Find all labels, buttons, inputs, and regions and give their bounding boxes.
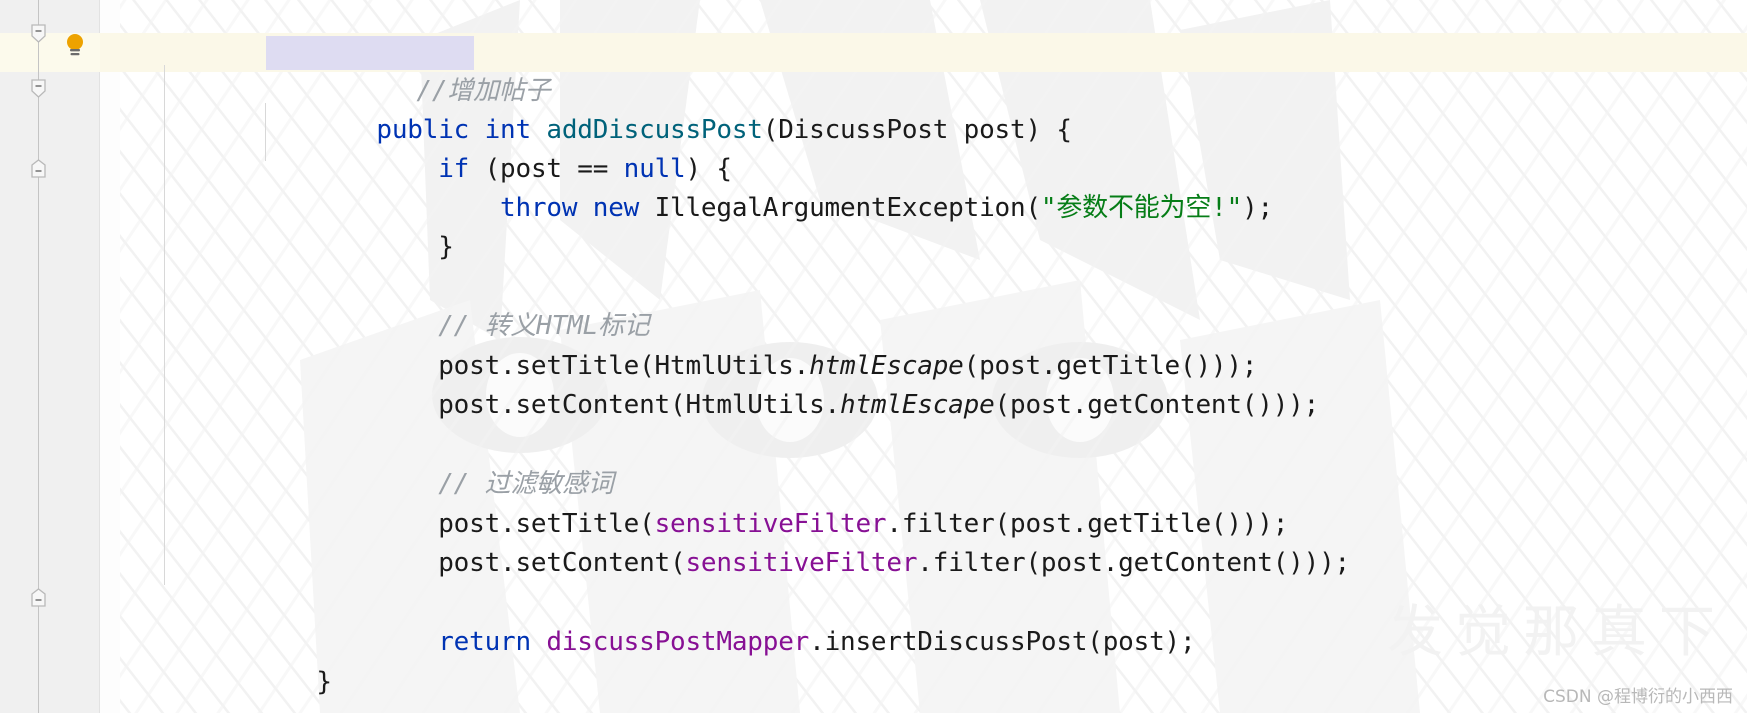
code-token-keyword: throw new bbox=[500, 193, 655, 223]
code-token-keyword: return bbox=[438, 627, 547, 657]
editor-gutter[interactable] bbox=[0, 0, 100, 713]
fold-collapse-marker[interactable] bbox=[31, 79, 46, 98]
code-token-plain: } bbox=[438, 232, 454, 262]
fold-collapse-marker[interactable] bbox=[31, 24, 46, 43]
csdn-watermark: CSDN @程博衍的小西西 bbox=[1543, 687, 1733, 707]
fold-collapse-marker[interactable] bbox=[31, 159, 46, 178]
code-token-string: "参数不能为空!" bbox=[1040, 193, 1243, 223]
background-watermark-text: 发觉那真下 bbox=[1387, 600, 1727, 665]
code-token-plain: IllegalArgumentException( bbox=[654, 193, 1042, 223]
code-token-static-method[interactable]: htmlEscape bbox=[840, 390, 995, 420]
code-token-plain: (DiscussPost post) { bbox=[762, 115, 1072, 145]
code-token-plain: .insertDiscussPost(post); bbox=[809, 627, 1196, 657]
code-editor[interactable]: //增加帖子 public int addDiscussPost(Discuss… bbox=[0, 0, 1747, 713]
gutter-divider bbox=[99, 0, 100, 713]
code-token-plain: ); bbox=[1242, 193, 1273, 223]
code-token-field[interactable]: sensitiveFilter bbox=[685, 548, 917, 578]
code-token-plain: } bbox=[316, 667, 332, 697]
code-token-plain: post.setContent(HtmlUtils. bbox=[438, 390, 840, 420]
code-token-plain: .filter(post.getContent())); bbox=[917, 548, 1350, 578]
lightbulb-intention-icon[interactable] bbox=[64, 33, 86, 57]
code-token-plain: post.setContent( bbox=[438, 548, 686, 578]
fold-collapse-marker[interactable] bbox=[31, 588, 46, 607]
code-token-plain: (post.getContent())); bbox=[994, 390, 1320, 420]
code-line[interactable]: //增加帖子 bbox=[100, 0, 1747, 106]
code-token-field[interactable]: discussPostMapper bbox=[546, 627, 809, 657]
indent-guide bbox=[164, 65, 165, 585]
